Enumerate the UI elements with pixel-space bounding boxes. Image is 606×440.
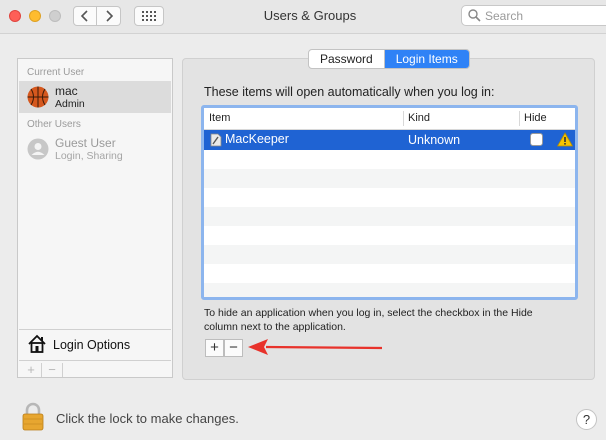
lock-icon[interactable] — [21, 402, 45, 432]
minimize-window-button[interactable] — [29, 10, 41, 22]
close-window-button[interactable] — [9, 10, 21, 22]
add-user-button[interactable]: + — [21, 363, 42, 377]
basketball-avatar-icon — [27, 86, 49, 108]
help-button[interactable]: ? — [576, 409, 597, 430]
window-title: Users & Groups — [263, 8, 357, 23]
login-items-table[interactable]: Item Kind Hide MacKeeper Unknown — [201, 105, 578, 300]
zoom-window-button[interactable] — [49, 10, 61, 22]
table-row[interactable]: MacKeeper Unknown — [204, 130, 575, 150]
forward-button[interactable] — [97, 6, 121, 26]
hide-checkbox[interactable] — [530, 133, 543, 146]
chevron-right-icon — [105, 10, 113, 22]
item-kind: Unknown — [408, 133, 461, 147]
app-document-icon — [210, 133, 222, 147]
current-user-label: Current User — [27, 67, 85, 78]
tab-bar: Password Login Items — [308, 49, 470, 69]
login-options-label: Login Options — [53, 338, 131, 352]
annotation-arrow-icon — [248, 339, 383, 355]
chevron-left-icon — [80, 10, 88, 22]
tab-password[interactable]: Password — [309, 50, 385, 68]
user-add-remove-bar: + − — [19, 360, 171, 378]
user-name: mac — [55, 84, 78, 98]
search-icon — [468, 9, 481, 22]
item-name: MacKeeper — [225, 132, 289, 146]
house-icon — [28, 334, 46, 353]
search-input[interactable]: Search — [461, 5, 606, 26]
column-header-kind[interactable]: Kind — [408, 112, 430, 124]
show-all-button[interactable] — [134, 6, 164, 26]
guest-avatar-icon — [27, 138, 49, 160]
tab-login-items[interactable]: Login Items — [384, 50, 469, 68]
column-divider — [519, 111, 520, 126]
user-name: Guest User — [55, 136, 116, 150]
search-placeholder: Search — [485, 8, 524, 23]
remove-user-button[interactable]: − — [42, 363, 63, 377]
users-list: Current User mac Admin Other Users Guest… — [17, 58, 173, 378]
user-row-guest[interactable]: Guest User Login, Sharing — [19, 133, 171, 165]
warning-icon — [557, 132, 573, 147]
column-header-item[interactable]: Item — [209, 112, 230, 124]
add-login-item-button[interactable]: + — [205, 339, 224, 357]
user-role: Admin — [55, 98, 85, 110]
empty-row — [204, 245, 575, 264]
column-divider — [403, 111, 404, 126]
hide-hint: To hide an application when you log in, … — [204, 307, 533, 333]
empty-row — [204, 169, 575, 188]
remove-login-item-button[interactable]: − — [224, 339, 243, 357]
login-options-button[interactable]: Login Options — [19, 329, 171, 360]
lock-message: Click the lock to make changes. — [56, 411, 239, 426]
user-row-mac[interactable]: mac Admin — [19, 81, 171, 113]
other-users-label: Other Users — [27, 119, 81, 130]
column-header-hide[interactable]: Hide — [524, 112, 547, 124]
table-header: Item Kind Hide — [204, 108, 575, 130]
login-items-intro: These items will open automatically when… — [204, 85, 495, 99]
title-bar: Users & Groups Search — [0, 0, 606, 34]
back-button[interactable] — [73, 6, 97, 26]
empty-row — [204, 283, 575, 297]
user-role: Login, Sharing — [55, 150, 123, 162]
grid-icon — [142, 11, 156, 21]
empty-row — [204, 207, 575, 226]
